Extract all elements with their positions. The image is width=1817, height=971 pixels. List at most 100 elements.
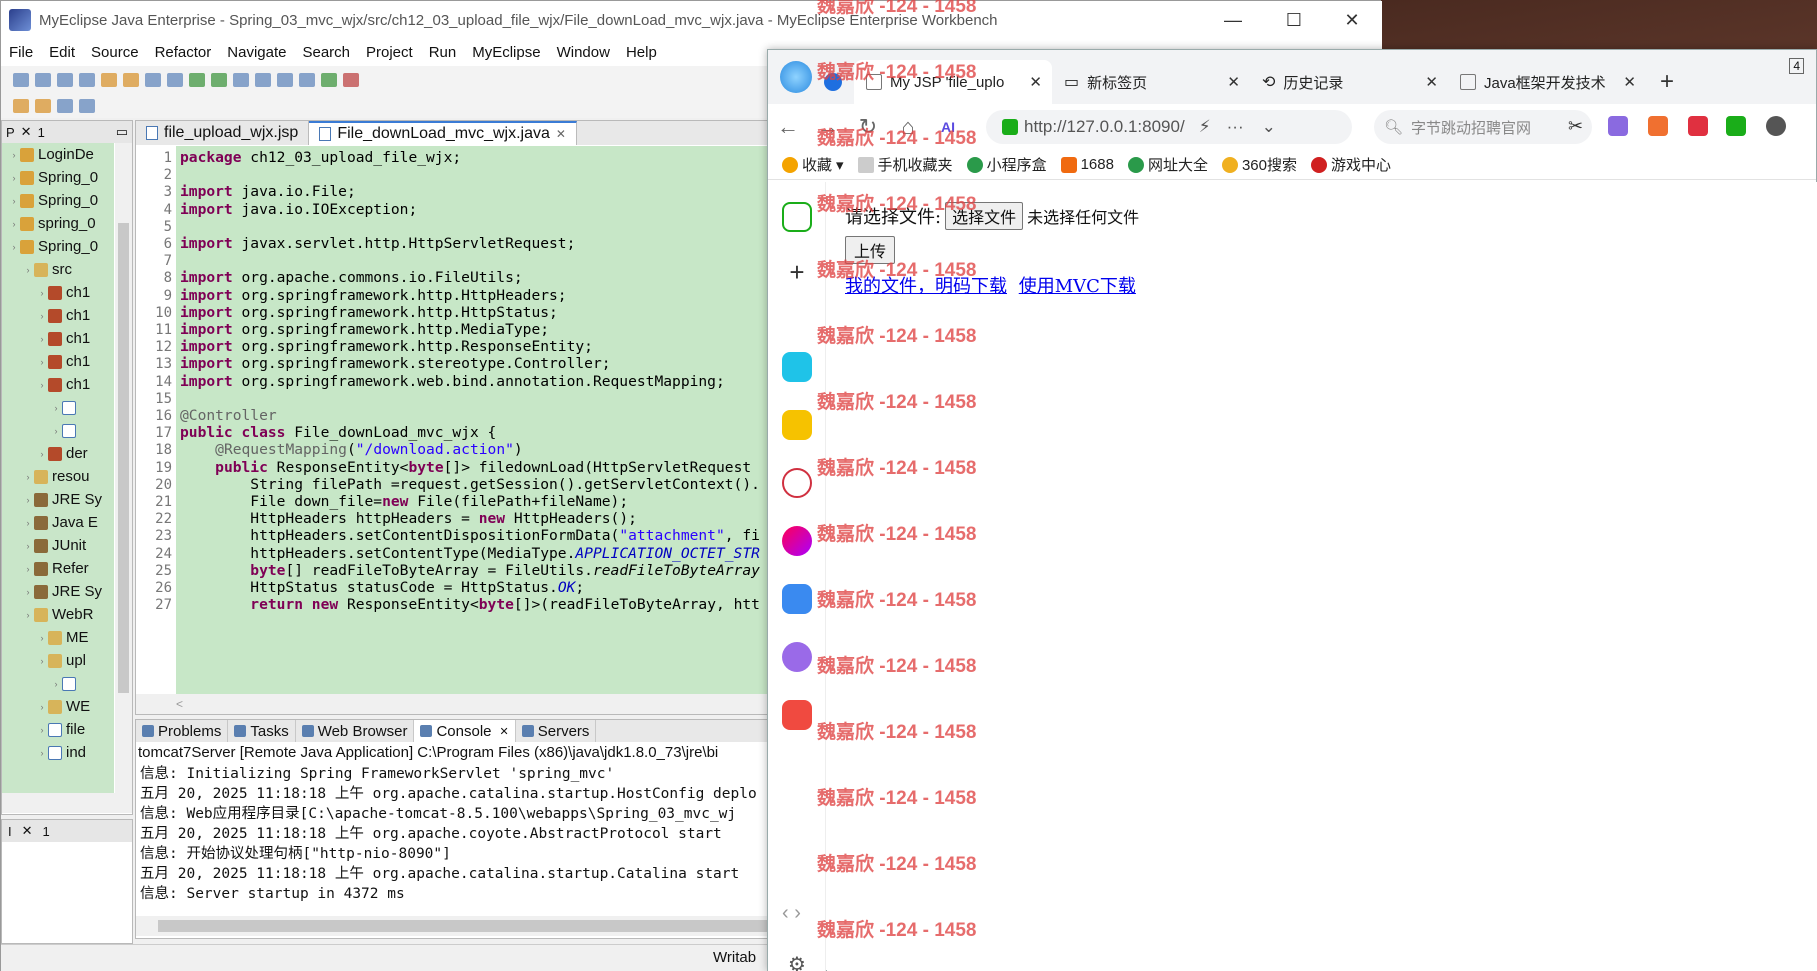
prev-annotation-icon[interactable]	[35, 99, 51, 113]
editor-horizontal-scrollbar[interactable]: <	[136, 694, 781, 714]
bookmark-miniprogram[interactable]: 小程序盒	[966, 154, 1047, 175]
more-icon[interactable]: ···	[1227, 117, 1244, 137]
tree-item[interactable]: › ch1	[2, 281, 114, 304]
star-icon[interactable]	[782, 410, 812, 440]
expand-arrow-icon[interactable]: ›	[36, 633, 48, 643]
editor-text-area[interactable]: 1 2 3 4 5 6 7 8 9 10 11 12 13 14 15 16 17 18 19 20 21 22 23 24 2…	[136, 146, 781, 694]
close-tab-icon[interactable]: ✕	[1623, 73, 1636, 91]
expand-arrow-icon[interactable]: ›	[22, 518, 34, 528]
back-icon[interactable]: ←	[768, 114, 808, 140]
tree-item[interactable]: › JUnit	[2, 534, 114, 557]
tree-item[interactable]: › ME	[2, 626, 114, 649]
package-explorer-tab[interactable]: P	[6, 125, 15, 140]
expand-arrow-icon[interactable]: ›	[50, 679, 62, 689]
browser-icon[interactable]	[233, 73, 249, 87]
reader-icon[interactable]	[1726, 116, 1746, 136]
tree-item[interactable]: › der	[2, 442, 114, 465]
bookmark-favorites[interactable]: 收藏 ▾	[782, 154, 844, 175]
app-icon[interactable]	[782, 352, 812, 382]
browser-tab-jsp[interactable]: My JSP 'file_uplo ✕	[854, 60, 1052, 104]
tree-item[interactable]: › src	[2, 258, 114, 281]
game-icon[interactable]	[1648, 116, 1668, 136]
new-tab-plus-icon[interactable]: +	[1646, 60, 1688, 104]
expand-arrow-icon[interactable]: ›	[22, 541, 34, 551]
expand-arrow-icon[interactable]: ›	[8, 242, 20, 252]
console-tab-problems[interactable]: Problems	[136, 720, 229, 742]
expand-arrow-icon[interactable]: ›	[36, 334, 48, 344]
browser-logo-icon[interactable]	[768, 50, 824, 104]
close-tab-icon[interactable]: ✕	[556, 127, 566, 141]
expand-arrow-icon[interactable]: ›	[36, 380, 48, 390]
menu-edit[interactable]: Edit	[41, 44, 83, 61]
code-line[interactable]: return new ResponseEntity<byte[]>(readFi…	[180, 595, 760, 615]
expand-arrow-icon[interactable]: ›	[50, 403, 62, 413]
forward-icon[interactable]: →	[808, 114, 848, 140]
menu-project[interactable]: Project	[358, 44, 421, 61]
bookmark-1688[interactable]: 1688	[1060, 156, 1114, 173]
lightning-icon[interactable]: ⚡	[1199, 117, 1211, 137]
ai-icon[interactable]: AI	[928, 119, 968, 135]
tree-item[interactable]: › ch1	[2, 327, 114, 350]
close-tab-icon[interactable]: ✕	[1029, 73, 1042, 91]
ai-assistant-icon[interactable]	[782, 526, 812, 556]
server-icon[interactable]	[167, 73, 183, 87]
expand-arrow-icon[interactable]: ›	[22, 610, 34, 620]
browser-tab-history[interactable]: ⟲ 历史记录 ✕	[1250, 60, 1448, 104]
menu-refactor[interactable]: Refactor	[147, 44, 220, 61]
console-tab-web-browser[interactable]: Web Browser	[296, 720, 415, 742]
tree-item[interactable]: › ch1	[2, 304, 114, 327]
home-icon[interactable]	[782, 202, 812, 232]
run-server-icon[interactable]	[189, 73, 205, 87]
tree-item[interactable]: › Refer	[2, 557, 114, 580]
search-icon[interactable]	[299, 73, 315, 87]
tree-item[interactable]: › resou	[2, 465, 114, 488]
code-line[interactable]: import org.springframework.web.bind.anno…	[180, 372, 725, 392]
menu-help[interactable]: Help	[618, 44, 665, 61]
tree-item[interactable]: › WE	[2, 695, 114, 718]
browser-tab-java[interactable]: Java框架开发技术 ✕	[1448, 60, 1646, 104]
tree-item[interactable]: › ch1	[2, 373, 114, 396]
console-tab-tasks[interactable]: Tasks	[228, 720, 296, 742]
home-icon[interactable]: ⌂	[888, 114, 928, 140]
tree-item[interactable]: › Spring_0	[2, 235, 114, 258]
expand-arrow-icon[interactable]: ›	[36, 357, 48, 367]
task-list-tab[interactable]: 1	[43, 824, 50, 839]
ai-icon[interactable]	[782, 584, 812, 614]
console-tab-servers[interactable]: Servers	[516, 720, 597, 742]
expand-arrow-icon[interactable]: ›	[22, 587, 34, 597]
code-line[interactable]: import javax.servlet.http.HttpServletReq…	[180, 234, 575, 254]
tree-item[interactable]: ›	[2, 396, 114, 419]
tree-item[interactable]: › spring_0	[2, 212, 114, 235]
code-line[interactable]: import java.io.IOException;	[180, 200, 417, 220]
editor-tab-java[interactable]: File_downLoad_mvc_wjx.java ✕	[309, 121, 577, 145]
expand-arrow-icon[interactable]: ›	[36, 449, 48, 459]
expand-arrow-icon[interactable]: ›	[8, 173, 20, 183]
close-icon[interactable]: ✕	[22, 823, 33, 839]
next-annotation-icon[interactable]	[13, 99, 29, 113]
expand-arrow-icon[interactable]: ›	[8, 196, 20, 206]
close-button[interactable]: ✕	[1329, 1, 1375, 39]
bookmark-mobile[interactable]: 手机收藏夹	[857, 154, 953, 175]
minimize-button[interactable]: —	[1210, 1, 1256, 39]
game-icon[interactable]	[782, 700, 812, 730]
expand-arrow-icon[interactable]: ›	[36, 656, 48, 666]
office-icon[interactable]	[1688, 116, 1708, 136]
close-icon[interactable]: ✕	[500, 725, 509, 738]
tree-item[interactable]: › file	[2, 718, 114, 741]
tree-item[interactable]: › Java E	[2, 511, 114, 534]
tree-item[interactable]: › ind	[2, 741, 114, 764]
tree-item[interactable]: › ch1	[2, 350, 114, 373]
chat-bot-icon[interactable]	[782, 642, 812, 672]
expand-arrow-icon[interactable]: ›	[22, 495, 34, 505]
browser-tab-newtab[interactable]: ▭ 新标签页 ✕	[1052, 60, 1250, 104]
tab-sidebar-icon[interactable]	[824, 60, 854, 104]
upload-button[interactable]: 上传	[845, 236, 896, 264]
bookmark-sites[interactable]: 网址大全	[1127, 154, 1208, 175]
tree-item[interactable]: › LoginDe	[2, 143, 114, 166]
minimize-icon[interactable]: ▭	[116, 124, 128, 140]
scissors-icon[interactable]: ✂	[1568, 116, 1588, 136]
console-output[interactable]: 信息: Initializing Spring FrameworkServlet…	[136, 764, 781, 914]
bookmark-360search[interactable]: 360搜索	[1221, 154, 1297, 175]
print-icon[interactable]	[79, 73, 95, 87]
console-tab-console[interactable]: Console ✕	[414, 720, 516, 742]
